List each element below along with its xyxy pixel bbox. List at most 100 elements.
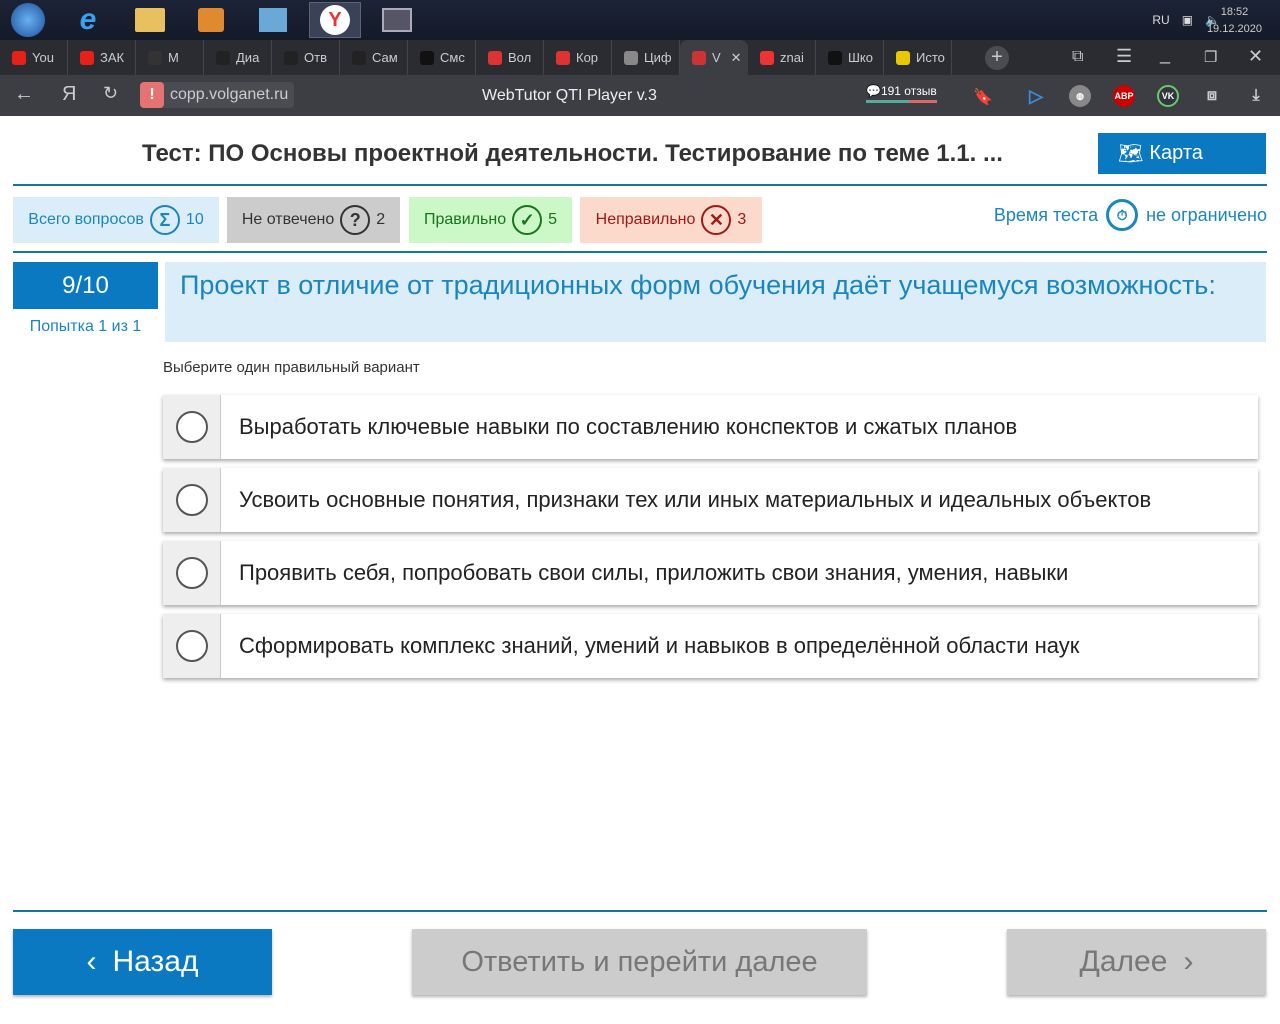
divider [13,184,1267,186]
browser-tab[interactable]: М [136,40,204,75]
tab-favicon-icon [692,50,706,65]
media-player-icon[interactable] [185,2,237,38]
clock-time: 18:52 [1220,6,1249,18]
yandex-home-icon[interactable]: Я [62,83,76,106]
browser-tab[interactable]: znai [748,40,816,75]
radio-button[interactable] [175,411,208,443]
browser-tab[interactable]: Сам [340,40,408,75]
option-text: Выработать ключевые навыки по составлени… [239,414,1018,439]
radio-cell[interactable] [163,614,221,678]
browser-tab[interactable]: Кор [544,40,612,75]
time-value: не ограничено [1146,204,1267,225]
browser-tab-bar: You ЗАК М Диа Отв Сам Смс Вол Кор Циф V ✕ znai Шко Ист… [0,40,1280,75]
play-extension-icon[interactable]: ▷ [1025,85,1047,107]
tab-favicon-icon [352,50,366,65]
extension-icon[interactable]: ⧈ [1201,85,1223,107]
language-indicator[interactable]: RU [1152,13,1169,27]
next-button[interactable]: Далее › [1007,929,1266,995]
stopwatch-icon: ⏱ [1106,199,1139,231]
tab-label: Исто [916,50,945,65]
stat-value: 2 [376,211,386,228]
browser-tab[interactable]: Диа [204,40,272,75]
radio-cell[interactable] [163,541,221,605]
browser-tab[interactable]: V ✕ [680,40,748,75]
minimize-button[interactable]: _ [1160,44,1170,65]
restore-button[interactable]: ❐ [1204,48,1217,66]
stat-total: Всего вопросов Σ 10 [13,197,219,243]
question-icon: ? [340,205,371,235]
tab-label: Кор [576,50,599,65]
tab-label: Диа [236,50,260,65]
tab-label: You [32,50,54,65]
url-field[interactable]: ! copp.volganet.ru [140,82,295,108]
ie-icon[interactable]: e [62,2,114,38]
page-title-bar: WebTutor QTI Player v.3 [482,87,657,104]
stat-correct[interactable]: Правильно ✓ 5 [409,197,572,243]
tab-label: Сам [372,50,398,65]
answer-option[interactable]: Проявить себя, попробовать свои силы, пр… [163,541,1258,605]
tab-favicon-icon [420,50,434,65]
question-text: Проект в отличие от традиционных форм об… [165,262,1266,342]
clock[interactable]: 18:52 19.12.2020 [1207,4,1262,38]
back-label: Назад [112,945,199,978]
new-tab-button[interactable]: + [985,46,1009,70]
radio-cell[interactable] [163,468,221,532]
reload-icon[interactable]: ↻ [103,83,118,104]
menu-icon[interactable]: ☰ [1116,46,1132,67]
stat-wrong[interactable]: Неправильно ✕ 3 [580,197,762,243]
yandex-browser-icon[interactable]: Y [309,2,361,38]
tab-favicon-icon [896,50,910,65]
radio-cell[interactable] [163,395,221,459]
test-title: Тест: ПО Основы проектной деятельности. … [142,140,1003,167]
browser-tab[interactable]: Циф [612,40,680,75]
windows-taskbar: e Y RU ▣ 🔈 18:52 19.12.2020 [0,0,1280,40]
browser-tab[interactable]: Смс [408,40,476,75]
map-button[interactable]: 🗺 Карта [1098,133,1266,174]
back-arrow-icon[interactable]: ← [14,83,34,106]
browser-tab[interactable]: Отв [272,40,340,75]
sigma-icon: Σ [149,205,180,235]
url-text: copp.volganet.ru [170,86,289,103]
close-window-button[interactable]: ✕ [1248,46,1263,67]
bookmark-icon[interactable]: 🔖 [973,87,993,107]
stat-value: 5 [548,211,558,228]
network-icon[interactable]: ▣ [1182,13,1193,27]
browser-tab[interactable]: You [0,40,68,75]
answer-option[interactable]: Выработать ключевые навыки по составлени… [163,395,1258,459]
tab-favicon-icon [828,50,842,65]
browser-tab[interactable]: Вол [476,40,544,75]
control-panel-icon[interactable] [247,2,299,38]
browser-tab[interactable]: Шко [816,40,884,75]
start-button[interactable] [2,2,54,38]
radio-button[interactable] [175,630,208,662]
bookmarks-icon[interactable]: ⧉ [1072,48,1083,66]
attempt-counter: Попытка 1 из 1 [29,318,142,335]
download-icon[interactable]: ⤓ [1245,85,1267,107]
monitor-app-icon[interactable] [371,2,423,38]
answer-option[interactable]: Усвоить основные понятия, признаки тех и… [163,468,1258,532]
time-label: Время теста [993,204,1099,225]
tab-label: Циф [644,50,672,65]
check-icon: ✓ [512,205,543,235]
back-button[interactable]: ‹ Назад [13,929,272,995]
tab-close-icon[interactable]: ✕ [731,50,742,66]
globe-icon[interactable]: ◍ [1069,85,1091,107]
tab-label: Шко [848,50,873,65]
answer-option[interactable]: Сформировать комплекс знаний, умений и н… [163,614,1258,678]
radio-button[interactable] [175,484,208,516]
tab-favicon-icon [148,50,162,65]
vk-extension-icon[interactable]: VK [1157,85,1179,107]
stat-unanswered[interactable]: Не отвечено ? 2 [227,197,400,243]
test-time: Время теста ⏱ не ограничено [994,199,1267,231]
tab-label: ЗАК [100,50,125,65]
divider [13,910,1267,912]
warning-icon[interactable]: ! [140,82,164,108]
adblock-icon[interactable]: ABP [1113,85,1135,107]
tab-label: Смс [440,50,465,65]
browser-tab[interactable]: Исто [884,40,952,75]
browser-tab[interactable]: ЗАК [68,40,136,75]
reviews-badge[interactable]: 💬191 отзыв [866,84,937,103]
radio-button[interactable] [175,557,208,589]
folder-icon[interactable] [124,2,176,38]
answer-next-button[interactable]: Ответить и перейти далее [412,929,867,995]
